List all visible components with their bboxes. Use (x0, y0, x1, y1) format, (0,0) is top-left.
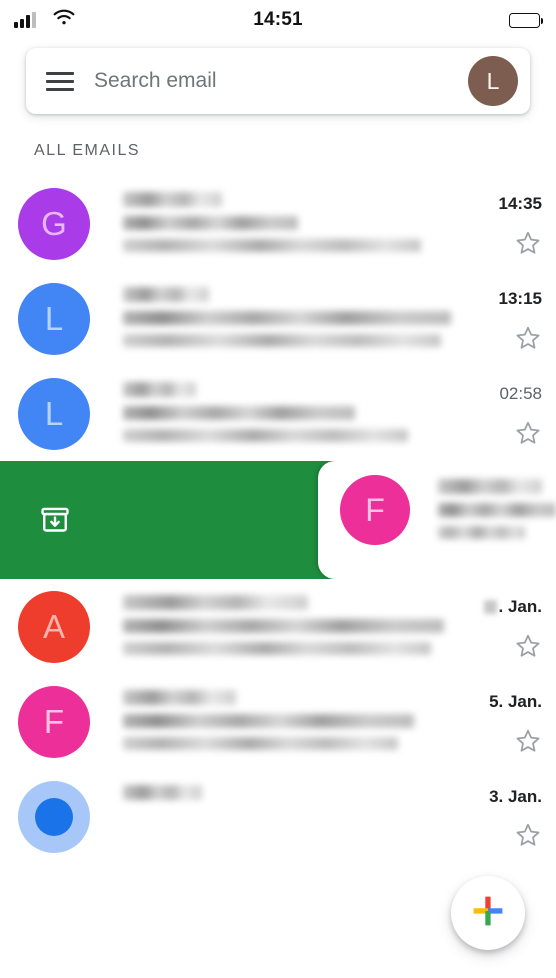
email-content[interactable] (90, 781, 460, 853)
email-timestamp: 02:58 (499, 384, 542, 403)
star-outline-icon[interactable] (514, 229, 542, 257)
sender-name-redacted (123, 690, 236, 705)
status-bar: 14:51 (0, 0, 556, 40)
search-bar[interactable]: L (26, 48, 530, 114)
avatar[interactable]: L (18, 283, 90, 355)
email-row[interactable]: L 02:58 (0, 366, 556, 461)
status-bar-clock: 14:51 (253, 9, 303, 30)
email-list[interactable]: G 14:35 L 13:15 L 02:58 F A . Jan. F 5. … (0, 176, 556, 978)
email-subject-redacted (123, 311, 451, 325)
email-meta: 5. Jan. (460, 686, 556, 759)
search-input[interactable] (84, 69, 468, 93)
email-subject-redacted (123, 406, 355, 420)
email-meta: 13:15 (460, 283, 556, 356)
email-row[interactable]: G 14:35 (0, 176, 556, 271)
email-content[interactable] (90, 188, 460, 261)
status-bar-left (0, 9, 180, 32)
email-subject-redacted (123, 714, 415, 728)
email-row[interactable]: F 5. Jan. (0, 674, 556, 769)
star-outline-icon[interactable] (514, 419, 542, 447)
email-preview-redacted (123, 334, 441, 347)
email-meta: 14:35 (460, 188, 556, 261)
email-content[interactable] (90, 591, 460, 664)
battery-full-icon (509, 12, 544, 28)
email-timestamp: 5. Jan. (489, 692, 542, 711)
email-row-card-dragged[interactable]: F (318, 461, 556, 579)
timestamp-day-redacted (483, 600, 497, 614)
google-plus-compose-icon (471, 894, 505, 933)
hamburger-menu-icon[interactable] (26, 48, 84, 114)
avatar[interactable]: F (340, 475, 410, 545)
sender-name-redacted (123, 785, 203, 800)
email-preview-redacted (123, 737, 398, 750)
email-preview-redacted (123, 429, 408, 442)
email-row-swiping-archive[interactable]: F (0, 461, 556, 579)
sender-name-redacted (123, 595, 309, 610)
star-outline-icon[interactable] (514, 632, 542, 660)
status-bar-right (376, 12, 556, 28)
compose-button[interactable] (451, 876, 525, 950)
email-row[interactable]: 3. Jan. (0, 769, 556, 853)
sender-name-redacted (123, 287, 210, 302)
account-avatar[interactable]: L (468, 56, 518, 106)
email-meta: 3. Jan. (460, 781, 556, 853)
star-outline-icon[interactable] (514, 324, 542, 352)
section-header-all-emails: ALL EMAILS (34, 142, 141, 159)
email-timestamp: 3. Jan. (489, 787, 542, 806)
email-timestamp: 13:15 (498, 289, 542, 308)
cellular-signal-icon (14, 12, 36, 28)
email-content[interactable] (90, 283, 460, 356)
avatar[interactable]: F (18, 686, 90, 758)
email-preview-redacted (123, 642, 431, 655)
avatar[interactable]: G (18, 188, 90, 260)
avatar[interactable]: L (18, 378, 90, 450)
email-subject-redacted (123, 619, 445, 633)
sender-name-redacted (123, 382, 196, 397)
email-preview-redacted (438, 526, 526, 539)
email-row[interactable]: A . Jan. (0, 579, 556, 674)
email-subject-redacted (123, 216, 299, 230)
email-timestamp: 14:35 (498, 194, 542, 213)
star-outline-icon[interactable] (514, 821, 542, 849)
email-preview-redacted (123, 239, 421, 252)
email-timestamp: . Jan. (483, 597, 542, 617)
avatar[interactable] (18, 781, 90, 853)
avatar[interactable]: A (18, 591, 90, 663)
email-subject-redacted (438, 503, 556, 517)
sender-name-redacted (438, 479, 542, 494)
email-meta: 02:58 (460, 378, 556, 451)
email-content[interactable] (90, 686, 460, 759)
email-row[interactable]: L 13:15 (0, 271, 556, 366)
email-content[interactable] (90, 378, 460, 451)
email-meta: . Jan. (460, 591, 556, 664)
archive-icon[interactable] (38, 503, 72, 537)
wifi-icon (52, 9, 76, 32)
sender-name-redacted (123, 192, 223, 207)
gmail-inbox-screen: 14:51 L ALL EMAILS G 14:35 L 13:15 L 02:… (0, 0, 556, 978)
star-outline-icon[interactable] (514, 727, 542, 755)
email-content[interactable] (410, 475, 556, 579)
